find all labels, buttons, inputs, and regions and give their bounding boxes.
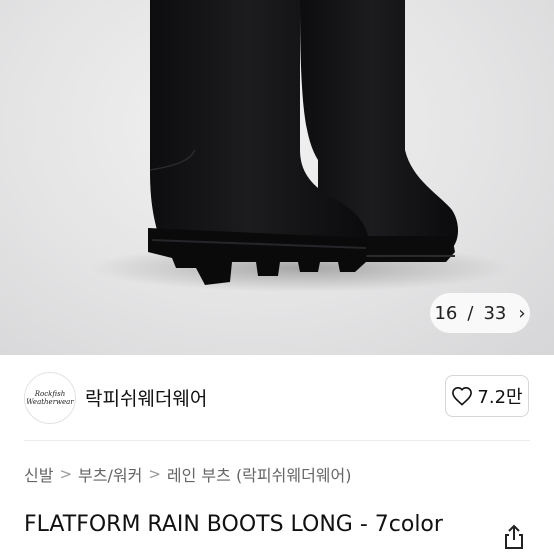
image-total: 33 — [483, 302, 507, 324]
seller-row: Rockfish Weatherwear 락피쉬웨더웨어 7.2만 — [0, 355, 554, 440]
heart-outline-icon — [451, 386, 473, 406]
seller-logo[interactable]: Rockfish Weatherwear — [24, 372, 76, 424]
share-icon[interactable] — [503, 524, 525, 554]
like-button[interactable]: 7.2만 — [445, 375, 529, 417]
image-counter[interactable]: 16 / 33 › — [430, 293, 530, 333]
product-title: FLATFORM RAIN BOOTS LONG - 7color — [24, 512, 443, 537]
breadcrumb-separator: > — [59, 465, 73, 483]
breadcrumb-item-shoes[interactable]: 신발 — [24, 462, 53, 486]
seller-name[interactable]: 락피쉬웨더웨어 — [85, 384, 207, 411]
image-index: 16 — [434, 302, 458, 324]
image-counter-separator: / — [467, 302, 474, 324]
breadcrumb: 신발 > 부츠/워커 > 레인 부츠 (락피쉬웨더웨어) — [24, 462, 351, 486]
breadcrumb-item-boots-walker[interactable]: 부츠/워커 — [78, 462, 142, 486]
chevron-right-icon[interactable]: › — [518, 303, 525, 324]
like-count: 7.2만 — [477, 387, 523, 408]
seller-logo-line1: Rockfish — [34, 390, 66, 398]
section-divider — [24, 440, 530, 441]
breadcrumb-separator: > — [148, 465, 161, 483]
breadcrumb-item-rain-boots[interactable]: 레인 부츠 (락피쉬웨더웨어) — [167, 462, 352, 486]
product-image[interactable]: 16 / 33 › — [0, 0, 554, 355]
seller-logo-line2: Weatherwear — [26, 398, 74, 406]
